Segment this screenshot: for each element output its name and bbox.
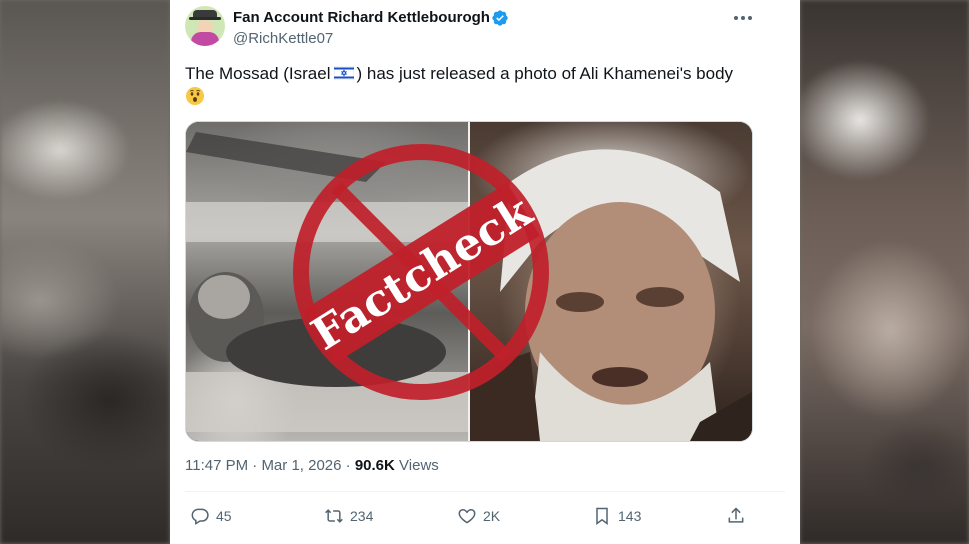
more-options-icon[interactable] bbox=[732, 10, 754, 26]
heart-icon bbox=[458, 508, 476, 524]
stamp-text: Factcheck bbox=[303, 185, 542, 361]
tweet-time[interactable]: 11:47 PM bbox=[185, 457, 248, 474]
astonished-face-icon bbox=[186, 87, 204, 105]
israel-flag-icon bbox=[333, 66, 354, 80]
share-button[interactable] bbox=[726, 506, 752, 526]
bookmark-icon bbox=[596, 507, 608, 525]
reply-icon bbox=[191, 508, 209, 525]
verified-badge-icon bbox=[492, 10, 508, 26]
author-handle[interactable]: @RichKettle07 bbox=[233, 30, 333, 47]
share-icon bbox=[728, 507, 744, 523]
tweet-text: The Mossad (Israel ) has just released a… bbox=[185, 62, 775, 110]
meta-separator: · bbox=[252, 457, 258, 474]
tweet-text-part2: ) has just released a photo of Ali Khame… bbox=[356, 64, 734, 83]
tweet-meta: 11:47 PM · Mar 1, 2026 · 90.6K Views bbox=[185, 457, 439, 474]
views-label: Views bbox=[399, 457, 439, 474]
action-bar: 45 234 2K 143 bbox=[170, 500, 800, 536]
tweet-card: Fan Account Richard Kettlebourogh @RichK… bbox=[170, 0, 800, 544]
reply-count: 45 bbox=[216, 508, 232, 524]
avatar[interactable] bbox=[185, 6, 225, 46]
factcheck-stamp: Factcheck bbox=[293, 144, 549, 400]
bookmark-button[interactable]: 143 bbox=[592, 506, 641, 526]
bookmark-count: 143 bbox=[618, 508, 642, 524]
like-button[interactable]: 2K bbox=[457, 506, 500, 526]
like-count: 2K bbox=[483, 508, 501, 524]
meta-separator: · bbox=[345, 457, 351, 474]
repost-icon bbox=[325, 509, 343, 523]
tweet-date[interactable]: Mar 1, 2026 bbox=[261, 457, 341, 474]
views-count: 90.6K bbox=[354, 457, 395, 474]
repost-button[interactable]: 234 bbox=[324, 506, 373, 526]
reply-button[interactable]: 45 bbox=[190, 506, 232, 526]
author-name[interactable]: Fan Account Richard Kettlebourogh bbox=[233, 9, 490, 26]
blurred-background-right bbox=[800, 0, 969, 544]
tweet-media[interactable]: Factcheck bbox=[185, 121, 753, 442]
blurred-background-left bbox=[0, 0, 170, 544]
divider bbox=[185, 491, 785, 492]
tweet-text-part1: The Mossad (Israel bbox=[185, 64, 331, 83]
repost-count: 234 bbox=[350, 508, 374, 524]
